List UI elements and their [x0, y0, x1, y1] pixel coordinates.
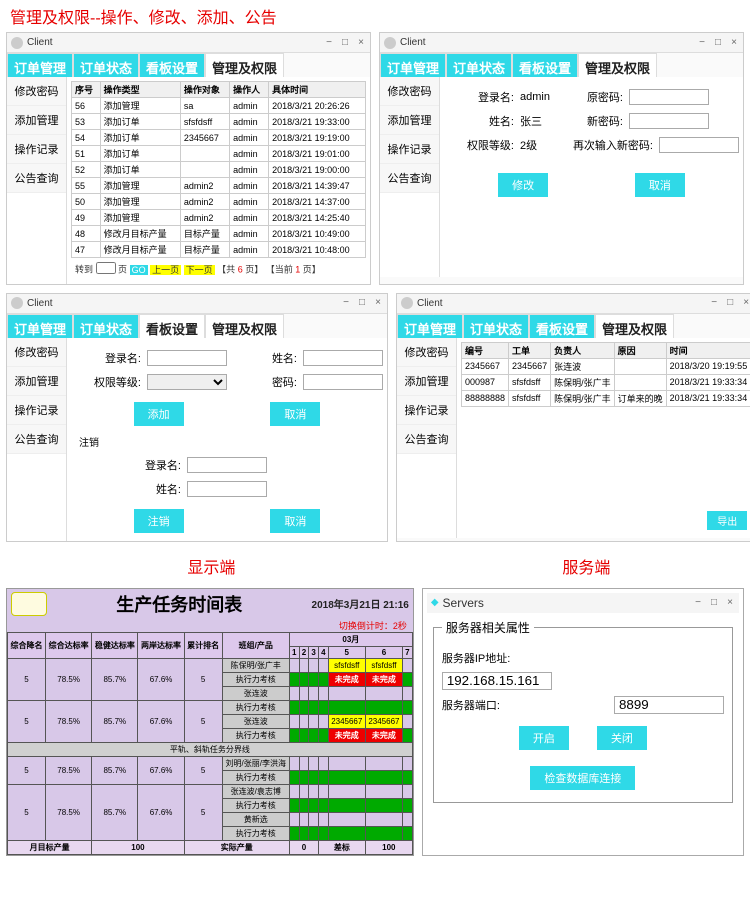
table-row[interactable]: 56添加管理saadmin2018/3/21 20:26:26 [72, 98, 366, 114]
side-chgpwd[interactable]: 修改密码 [7, 77, 66, 106]
del-name-input[interactable] [187, 481, 267, 497]
side-addmgmt[interactable]: 添加管理 [7, 106, 66, 135]
server-panel: ◆Servers −□× 服务器相关属性 服务器IP地址: 服务器端口: 开启 … [422, 588, 744, 856]
table-row[interactable]: 88888888sfsfdsff陈保明/张广丰订单来的晚2018/3/21 19… [462, 390, 750, 406]
company-logo [11, 592, 47, 616]
table-row[interactable]: 53添加订单sfsfdsffadmin2018/3/21 19:33:00 [72, 114, 366, 130]
next-button[interactable]: 下一页 [184, 265, 215, 275]
side-oplog[interactable]: 操作记录 [7, 135, 66, 164]
client-addmgmt: Client −□× 订单管理 订单状态 看板设置 管理及权限 修改密码 添加管… [6, 293, 388, 542]
table-row[interactable]: 48修改月目标产量目标产量admin2018/3/21 10:49:00 [72, 226, 366, 242]
client-oplog: Client −□× 订单管理 订单状态 看板设置 管理及权限 修改密码 添加管… [6, 32, 371, 285]
min-icon[interactable]: − [693, 598, 703, 608]
min-icon[interactable]: − [697, 38, 707, 48]
ip-input[interactable] [442, 672, 552, 690]
cancel-button[interactable]: 取消 [270, 402, 320, 426]
oplog-table: 序号操作类型操作对象操作人具体时间 56添加管理saadmin2018/3/21… [71, 81, 366, 258]
tab-perm[interactable]: 管理及权限 [205, 53, 284, 77]
add-button[interactable]: 添加 [134, 402, 184, 426]
add-name-input[interactable] [303, 350, 383, 366]
table-row[interactable]: 52添加订单admin2018/3/21 19:00:00 [72, 162, 366, 178]
level-value: 2级 [520, 137, 537, 153]
display-panel: 生产任务时间表 2018年3月21日 21:16 切换倒计时：2秒 综合降名综合… [6, 588, 414, 856]
max-icon[interactable]: □ [713, 38, 723, 48]
table-row[interactable]: 23456672345667张连波2018/3/20 19:19:55 [462, 358, 750, 374]
table-row[interactable]: 50添加管理admin2admin2018/3/21 14:37:00 [72, 194, 366, 210]
table-row[interactable]: 47修改月目标产量目标产量admin2018/3/21 10:48:00 [72, 242, 366, 258]
app-icon [11, 297, 23, 309]
orig-pwd-input[interactable] [629, 89, 709, 105]
app-icon [401, 297, 413, 309]
app-icon [384, 37, 396, 49]
export-button[interactable]: 导出 [707, 511, 747, 530]
tab-order-status[interactable]: 订单状态 [73, 53, 139, 77]
go-button[interactable]: GO [130, 265, 148, 275]
delete-button[interactable]: 注销 [134, 509, 184, 533]
goto-input[interactable] [96, 262, 116, 274]
app-icon [11, 37, 23, 49]
prev-button[interactable]: 上一页 [150, 265, 181, 275]
table-row[interactable]: 54添加订单2345667admin2018/3/21 19:19:00 [72, 130, 366, 146]
start-button[interactable]: 开启 [519, 726, 569, 750]
port-input[interactable] [614, 696, 724, 714]
cancel-button[interactable]: 取消 [635, 173, 685, 197]
new-pwd-input[interactable] [629, 113, 709, 129]
renew-pwd-input[interactable] [659, 137, 739, 153]
close-icon[interactable]: × [356, 38, 366, 48]
table-row[interactable]: 51添加订单admin2018/3/21 19:01:00 [72, 146, 366, 162]
level-select[interactable] [147, 374, 227, 390]
pager: 转到 页 GO 上一页 下一页 【共 6 页】 【当前 1 页】 [71, 258, 366, 280]
tab-order-mgmt[interactable]: 订单管理 [7, 53, 73, 77]
min-icon[interactable]: − [324, 38, 334, 48]
name-value: 张三 [520, 113, 542, 129]
table-row[interactable]: 55添加管理admin2admin2018/3/21 14:39:47 [72, 178, 366, 194]
table-row[interactable]: 000987sfsfdsff陈保明/张广丰2018/3/21 19:33:34 [462, 374, 750, 390]
tab-kanban[interactable]: 看板设置 [139, 53, 205, 77]
page-title: 管理及权限--操作、修改、添加、公告 [0, 0, 750, 32]
client-chgpwd: Client −□× 订单管理 订单状态 看板设置 管理及权限 修改密码 添加管… [379, 32, 744, 285]
cancel-button[interactable]: 取消 [270, 509, 320, 533]
add-pwd-input[interactable] [303, 374, 383, 390]
side-notice[interactable]: 公告查询 [7, 164, 66, 193]
add-login-input[interactable] [147, 350, 227, 366]
modify-button[interactable]: 修改 [498, 173, 548, 197]
client-notice: Client −□× 订单管理 订单状态 看板设置 管理及权限 修改密码 添加管… [396, 293, 750, 542]
del-login-input[interactable] [187, 457, 267, 473]
max-icon[interactable]: □ [340, 38, 350, 48]
check-db-button[interactable]: 检查数据库连接 [530, 766, 635, 790]
close-icon[interactable]: × [725, 598, 735, 608]
table-row[interactable]: 49添加管理admin2admin2018/3/21 14:25:40 [72, 210, 366, 226]
production-table: 综合降名综合达标率稳健达标率两岸达标率累计排名班组/产品 03月 1234567… [7, 632, 413, 855]
login-value: admin [520, 91, 550, 103]
close-icon[interactable]: × [729, 38, 739, 48]
max-icon[interactable]: □ [709, 598, 719, 608]
server-icon: ◆ [431, 597, 439, 608]
notice-table: 编号工单负责人原因时间 23456672345667张连波2018/3/20 1… [461, 342, 750, 407]
stop-button[interactable]: 关闭 [597, 726, 647, 750]
